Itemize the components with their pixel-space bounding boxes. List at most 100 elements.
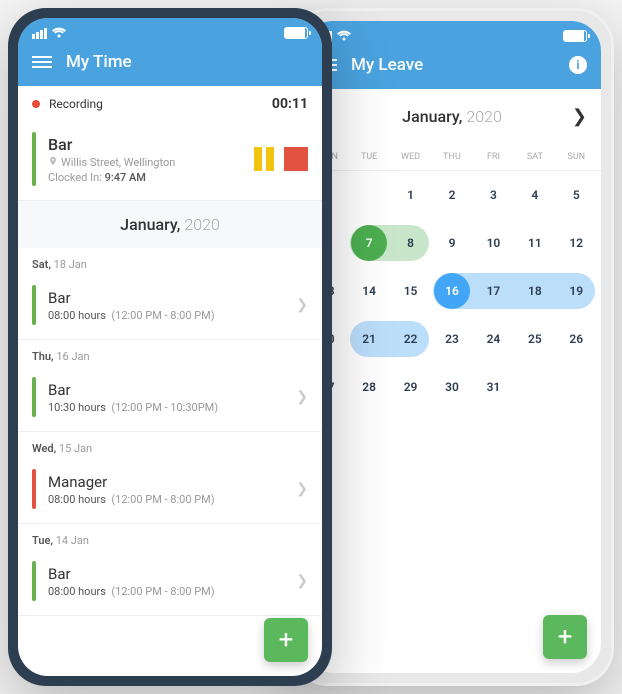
calendar-row: 13141516171819 xyxy=(307,267,597,315)
battery-icon xyxy=(284,27,308,39)
entry-title: Bar xyxy=(48,289,296,307)
calendar-day[interactable]: 22 xyxy=(390,332,431,346)
plus-icon: + xyxy=(558,622,573,652)
chevron-right-icon[interactable]: ❯ xyxy=(572,106,587,127)
wifi-icon xyxy=(336,27,352,46)
wifi-icon xyxy=(51,24,67,43)
active-shift-body: Bar Willis Street, Wellington Clocked In… xyxy=(48,135,244,184)
battery-icon xyxy=(563,30,587,42)
day-label: Sat, 18 Jan xyxy=(18,248,322,275)
entry-sub: 08:00 hours (12:00 PM - 8:00 PM) xyxy=(48,585,296,598)
calendar-day[interactable]: 1 xyxy=(390,188,431,202)
status-bar-indicator xyxy=(32,469,36,509)
year-label: 2020 xyxy=(184,215,220,234)
month-header-time[interactable]: January, 2020 xyxy=(18,201,322,248)
add-time-button[interactable]: + xyxy=(264,618,308,662)
month-label: January, xyxy=(120,215,180,234)
time-entry[interactable]: Manager 08:00 hours (12:00 PM - 8:00 PM)❯ xyxy=(18,459,322,524)
calendar-day[interactable]: 15 xyxy=(390,284,431,298)
calendar-row: 2728293031 xyxy=(307,363,597,411)
calendar-row: 6789101112 xyxy=(307,219,597,267)
calendar-day[interactable]: 10 xyxy=(473,236,514,250)
calendar-day[interactable]: 8 xyxy=(390,236,431,250)
add-leave-button[interactable]: + xyxy=(543,615,587,659)
calendar-day[interactable]: 21 xyxy=(348,332,389,346)
calendar-day[interactable]: 9 xyxy=(431,236,472,250)
status-bar xyxy=(18,18,322,48)
day-label: Thu, 16 Jan xyxy=(18,340,322,367)
status-bar xyxy=(303,21,601,51)
calendar-weekday-row: MONTUEWEDTHUFRISATSUN xyxy=(303,144,601,171)
calendar-day[interactable]: 5 xyxy=(556,188,597,202)
entry-sub: 10:30 hours (12:00 PM - 10:30PM) xyxy=(48,401,296,414)
calendar-day[interactable]: 31 xyxy=(473,380,514,394)
time-entry[interactable]: Bar 08:00 hours (12:00 PM - 8:00 PM)❯ xyxy=(18,551,322,616)
calendar-day[interactable]: 12 xyxy=(556,236,597,250)
calendar-day[interactable]: 17 xyxy=(473,284,514,298)
phone-my-time: My Time Recording 00:11 Bar Willis Stree… xyxy=(8,8,332,686)
entry-title: Bar xyxy=(48,381,296,399)
calendar-day[interactable]: 18 xyxy=(514,284,555,298)
status-bar-indicator xyxy=(32,377,36,417)
calendar-day[interactable]: 26 xyxy=(556,332,597,346)
calendar-day[interactable]: 30 xyxy=(431,380,472,394)
calendar-row: 12345 xyxy=(307,171,597,219)
screen-my-time: My Time Recording 00:11 Bar Willis Stree… xyxy=(18,18,322,676)
time-entries-list: Sat, 18 Jan Bar 08:00 hours (12:00 PM - 8:… xyxy=(18,248,322,616)
pause-button[interactable] xyxy=(254,147,274,171)
location-pin-icon xyxy=(48,156,58,169)
calendar-day[interactable]: 11 xyxy=(514,236,555,250)
month-header-leave: ❮ January, 2020 ❯ xyxy=(303,89,601,144)
chevron-right-icon: ❯ xyxy=(296,573,308,589)
app-header-time: My Time xyxy=(18,48,322,86)
recording-elapsed: 00:11 xyxy=(272,96,308,112)
entry-title: Bar xyxy=(48,565,296,583)
time-entry[interactable]: Bar 10:30 hours (12:00 PM - 10:30PM)❯ xyxy=(18,367,322,432)
calendar-day[interactable]: 24 xyxy=(473,332,514,346)
weekday-label: SAT xyxy=(514,152,555,162)
calendar-day[interactable]: 4 xyxy=(514,188,555,202)
stop-button[interactable] xyxy=(284,147,308,171)
calendar-day[interactable]: 14 xyxy=(348,284,389,298)
chevron-right-icon: ❯ xyxy=(296,481,308,497)
day-label: Tue, 14 Jan xyxy=(18,524,322,551)
info-icon[interactable]: i xyxy=(569,56,587,74)
calendar-body: 1234567891011121314151617181920212223242… xyxy=(303,171,601,411)
recording-label: Recording xyxy=(32,97,103,111)
weekday-label: WED xyxy=(390,152,431,162)
status-bar-indicator xyxy=(32,132,36,186)
entry-title: Manager xyxy=(48,473,296,491)
calendar-day[interactable]: 29 xyxy=(390,380,431,394)
calendar-day[interactable]: 16 xyxy=(431,284,472,298)
calendar-day[interactable]: 25 xyxy=(514,332,555,346)
page-title: My Leave xyxy=(351,55,569,75)
status-bar-indicator xyxy=(32,285,36,325)
calendar-day[interactable]: 3 xyxy=(473,188,514,202)
entry-sub: 08:00 hours (12:00 PM - 8:00 PM) xyxy=(48,493,296,506)
calendar-day[interactable]: 2 xyxy=(431,188,472,202)
active-shift-title: Bar xyxy=(48,135,244,154)
active-shift-clockin: Clocked In: 9:47 AM xyxy=(48,171,244,184)
active-shift-card[interactable]: Bar Willis Street, Wellington Clocked In… xyxy=(18,122,322,201)
chevron-right-icon: ❯ xyxy=(296,297,308,313)
recording-row: Recording 00:11 xyxy=(18,86,322,122)
app-header-leave: My Leave i xyxy=(303,51,601,89)
year-label: 2020 xyxy=(466,107,502,126)
month-label: January, xyxy=(402,107,462,126)
status-bar-indicator xyxy=(32,561,36,601)
screen-my-leave: My Leave i ❮ January, 2020 ❯ MONTUEWEDTH… xyxy=(303,21,601,673)
plus-icon: + xyxy=(279,625,294,655)
calendar-day[interactable]: 28 xyxy=(348,380,389,394)
phone-my-leave: My Leave i ❮ January, 2020 ❯ MONTUEWEDTH… xyxy=(290,8,614,686)
menu-icon[interactable] xyxy=(32,56,52,68)
time-entry[interactable]: Bar 08:00 hours (12:00 PM - 8:00 PM)❯ xyxy=(18,275,322,340)
chevron-right-icon: ❯ xyxy=(296,389,308,405)
calendar-day[interactable]: 19 xyxy=(556,284,597,298)
entry-sub: 08:00 hours (12:00 PM - 8:00 PM) xyxy=(48,309,296,322)
calendar-row: 20212223242526 xyxy=(307,315,597,363)
calendar-day[interactable]: 23 xyxy=(431,332,472,346)
weekday-label: THU xyxy=(431,152,472,162)
calendar-day[interactable]: 7 xyxy=(348,236,389,250)
weekday-label: TUE xyxy=(348,152,389,162)
signal-wifi xyxy=(32,24,67,43)
